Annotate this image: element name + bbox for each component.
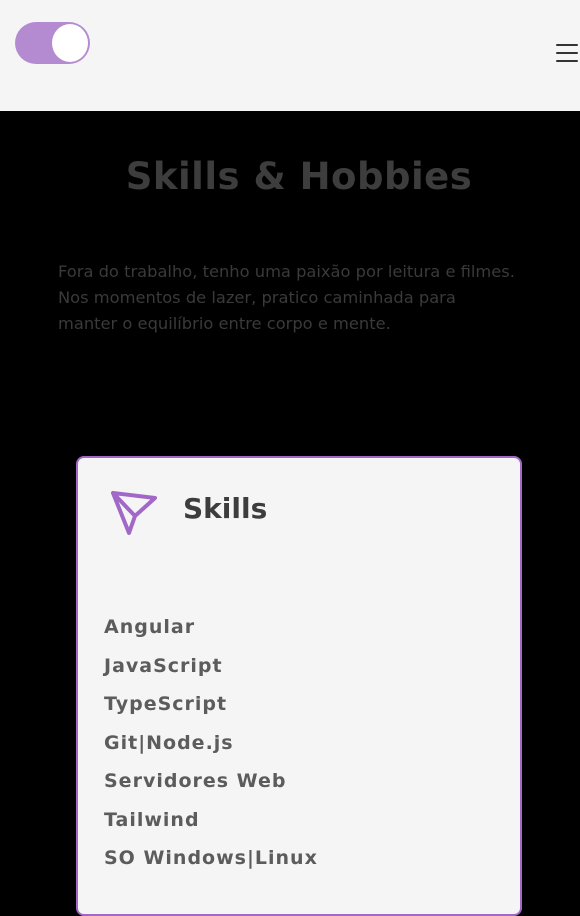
- top-bar: [0, 0, 580, 111]
- send-icon: [111, 491, 157, 535]
- skill-list: Angular JavaScript TypeScript Git|Node.j…: [104, 616, 318, 886]
- skills-card: Skills Angular JavaScript TypeScript Git…: [76, 456, 522, 916]
- skill-item: Servidores Web: [104, 770, 287, 792]
- section-title: Skills & Hobbies: [125, 155, 473, 198]
- skills-hobbies-section: Skills & Hobbies Fora do trabalho, tenho…: [0, 111, 580, 916]
- card-title: Skills: [183, 492, 268, 525]
- skill-item: JavaScript: [104, 654, 223, 677]
- skill-item: Git|Node.js: [104, 731, 234, 754]
- toggle-knob: [52, 24, 88, 62]
- hamburger-menu-icon[interactable]: [556, 44, 578, 62]
- skill-item: Angular: [104, 616, 196, 638]
- theme-toggle[interactable]: [15, 22, 90, 64]
- intro-paragraph: Fora do trabalho, tenho uma paixão por l…: [58, 262, 515, 333]
- skill-item: Tailwind: [104, 808, 200, 831]
- skill-item: TypeScript: [104, 693, 228, 715]
- skill-item: SO Windows|Linux: [104, 847, 318, 869]
